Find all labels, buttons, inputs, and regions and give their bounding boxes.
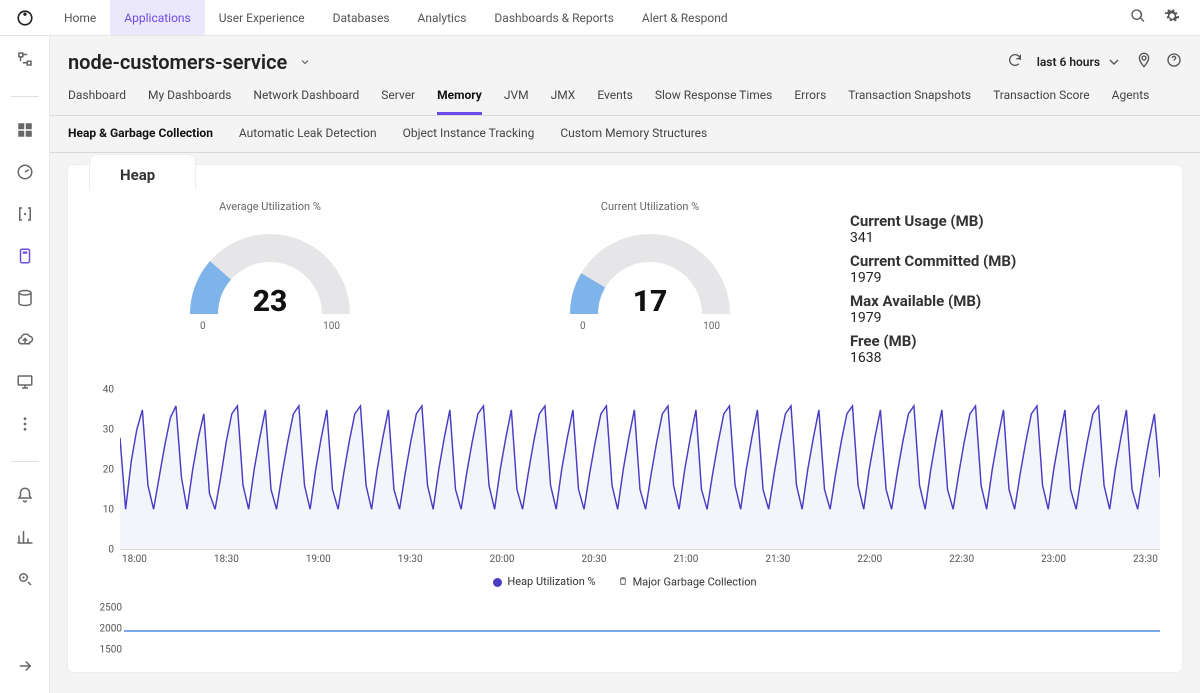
- topnav-alert-respond[interactable]: Alert & Respond: [628, 0, 742, 35]
- heap-panel: Heap Average Utilization % 23 0100 Curre…: [68, 165, 1182, 672]
- bell-icon[interactable]: [16, 486, 34, 508]
- stat-value: 1979: [850, 270, 1160, 286]
- heap-utilization-chart: 010203040 18:0018:3019:0019:3020:0020:30…: [90, 390, 1160, 590]
- tab-network-dashboard[interactable]: Network Dashboard: [253, 88, 359, 115]
- tab-server[interactable]: Server: [381, 88, 415, 115]
- legend-major-gc: Major Garbage Collection: [618, 575, 757, 590]
- dashboard-icon[interactable]: [16, 121, 34, 143]
- topnav-applications[interactable]: Applications: [110, 0, 204, 35]
- panel-tab-heap[interactable]: Heap: [90, 155, 195, 190]
- time-range-selector[interactable]: last 6 hours: [1037, 54, 1122, 70]
- legend-heap-util: Heap Utilization %: [493, 575, 595, 590]
- stat-value: 1638: [850, 350, 1160, 366]
- tab-transaction-snapshots[interactable]: Transaction Snapshots: [848, 88, 971, 115]
- top-nav: HomeApplicationsUser ExperienceDatabases…: [0, 0, 1200, 36]
- subtab-heap-garbage-collection[interactable]: Heap & Garbage Collection: [68, 126, 213, 142]
- topnav-dashboards-reports[interactable]: Dashboards & Reports: [480, 0, 627, 35]
- tab-errors[interactable]: Errors: [794, 88, 826, 115]
- gauge-icon[interactable]: [16, 163, 34, 185]
- heap-committed-chart: 250020001500: [90, 608, 1160, 650]
- help-icon[interactable]: [1166, 52, 1182, 72]
- database-icon[interactable]: [16, 289, 34, 311]
- flow-icon[interactable]: [16, 50, 34, 72]
- stat-label: Max Available (MB): [850, 292, 1160, 310]
- gauge-value: 23: [180, 284, 360, 319]
- tab-jmx[interactable]: JMX: [551, 88, 576, 115]
- tab-memory[interactable]: Memory: [437, 88, 482, 115]
- app-logo[interactable]: [0, 0, 50, 35]
- monitor-icon[interactable]: [16, 373, 34, 395]
- cloud-icon[interactable]: [16, 331, 34, 353]
- tab-transaction-score[interactable]: Transaction Score: [993, 88, 1090, 115]
- tab-events[interactable]: Events: [597, 88, 633, 115]
- chart-icon[interactable]: [16, 528, 34, 550]
- stat-label: Free (MB): [850, 332, 1160, 350]
- gauge-title: Average Utilization %: [90, 200, 450, 213]
- stat-label: Current Usage (MB): [850, 212, 1160, 230]
- subtab-custom-memory-structures[interactable]: Custom Memory Structures: [560, 126, 707, 142]
- collapse-rail-icon[interactable]: [16, 657, 34, 679]
- settings-icon[interactable]: [1164, 8, 1180, 28]
- tab-dashboard[interactable]: Dashboard: [68, 88, 126, 115]
- tertiary-tabs: Heap & Garbage Collection Automatic Leak …: [50, 116, 1200, 153]
- gear-small-icon[interactable]: [16, 570, 34, 592]
- location-icon[interactable]: [1136, 52, 1152, 72]
- stat-value: 1979: [850, 310, 1160, 326]
- search-icon[interactable]: [1130, 8, 1146, 28]
- subtab-automatic-leak-detection[interactable]: Automatic Leak Detection: [239, 126, 377, 142]
- title-dropdown-icon[interactable]: [299, 53, 311, 72]
- tab-jvm[interactable]: JVM: [504, 88, 529, 115]
- tab-slow-response-times[interactable]: Slow Response Times: [655, 88, 773, 115]
- stat-label: Current Committed (MB): [850, 252, 1160, 270]
- subtab-object-instance-tracking[interactable]: Object Instance Tracking: [403, 126, 535, 142]
- page-title: node-customers-service: [68, 50, 287, 74]
- main-content: node-customers-service last 6 hours Dash…: [50, 36, 1200, 693]
- heap-stats: Current Usage (MB)341 Current Committed (…: [850, 200, 1160, 372]
- gauge-title: Current Utilization %: [470, 200, 830, 213]
- stat-value: 341: [850, 230, 1160, 246]
- topnav-analytics[interactable]: Analytics: [404, 0, 481, 35]
- tab-agents[interactable]: Agents: [1112, 88, 1150, 115]
- gauge-current-utilization: Current Utilization % 17 0100: [470, 200, 830, 372]
- brackets-icon[interactable]: [16, 205, 34, 227]
- more-icon[interactable]: [16, 415, 34, 437]
- left-rail: [0, 36, 50, 693]
- time-range-label: last 6 hours: [1037, 55, 1100, 69]
- topnav-home[interactable]: Home: [50, 0, 110, 35]
- page-header: node-customers-service last 6 hours: [50, 36, 1200, 78]
- chart-legend: Heap Utilization % Major Garbage Collect…: [90, 575, 1160, 590]
- topnav-user-experience[interactable]: User Experience: [205, 0, 319, 35]
- panel-tab-title: Heap: [120, 166, 155, 184]
- tab-my-dashboards[interactable]: My Dashboards: [148, 88, 231, 115]
- topnav-databases[interactable]: Databases: [319, 0, 404, 35]
- gauge-average-utilization: Average Utilization % 23 0100: [90, 200, 450, 372]
- memory-icon[interactable]: [16, 247, 34, 269]
- secondary-tabs: Dashboard My Dashboards Network Dashboard S…: [50, 78, 1200, 116]
- gauge-value: 17: [560, 284, 740, 319]
- refresh-icon[interactable]: [1007, 52, 1023, 72]
